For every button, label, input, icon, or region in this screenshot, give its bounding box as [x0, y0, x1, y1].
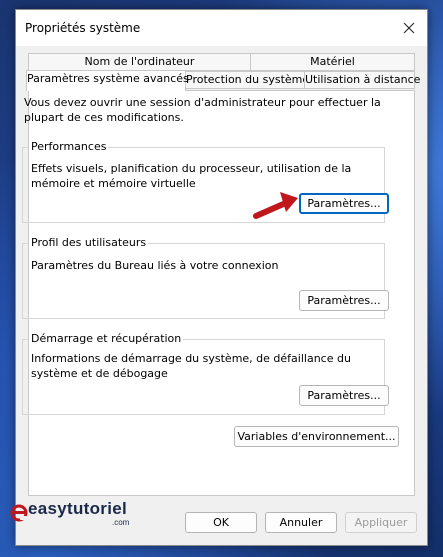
- tab-hardware[interactable]: Matériel: [250, 53, 415, 71]
- apply-button[interactable]: Appliquer: [345, 512, 417, 533]
- environment-variables-button[interactable]: Variables d'environnement...: [234, 426, 399, 447]
- window-title: Propriétés système: [25, 21, 141, 35]
- watermark-brand: easytutoriel: [28, 499, 128, 518]
- performance-settings-button[interactable]: Paramètres...: [299, 193, 389, 214]
- tab-advanced-system-settings[interactable]: Paramètres système avancés: [26, 70, 189, 91]
- startup-recovery-description: Informations de démarrage du système, de…: [31, 352, 351, 380]
- red-arrow-annotation: [253, 192, 298, 219]
- watermark-suffix: .com: [112, 518, 130, 527]
- performance-title: Performances: [29, 140, 109, 154]
- tab-computer-name[interactable]: Nom de l'ordinateur: [28, 53, 251, 71]
- tab-remote-usage[interactable]: Utilisation à distance: [304, 71, 420, 89]
- ok-button[interactable]: OK: [185, 512, 257, 533]
- performance-description: Effets visuels, planification du process…: [31, 162, 352, 190]
- admin-notice: Vous devez ouvrir une session d'administ…: [24, 96, 381, 124]
- title-bar: Propriétés système: [16, 10, 427, 46]
- user-profiles-settings-button[interactable]: Paramètres...: [299, 290, 389, 311]
- user-profiles-description: Paramètres du Bureau liés à votre connex…: [31, 259, 279, 272]
- startup-recovery-title: Démarrage et récupération: [29, 332, 184, 346]
- tab-system-protection[interactable]: Protection du système: [185, 71, 309, 89]
- close-icon[interactable]: [399, 18, 419, 38]
- cancel-button[interactable]: Annuler: [265, 512, 337, 533]
- startup-recovery-settings-button[interactable]: Paramètres...: [299, 385, 389, 406]
- user-profiles-title: Profil des utilisateurs: [29, 236, 149, 250]
